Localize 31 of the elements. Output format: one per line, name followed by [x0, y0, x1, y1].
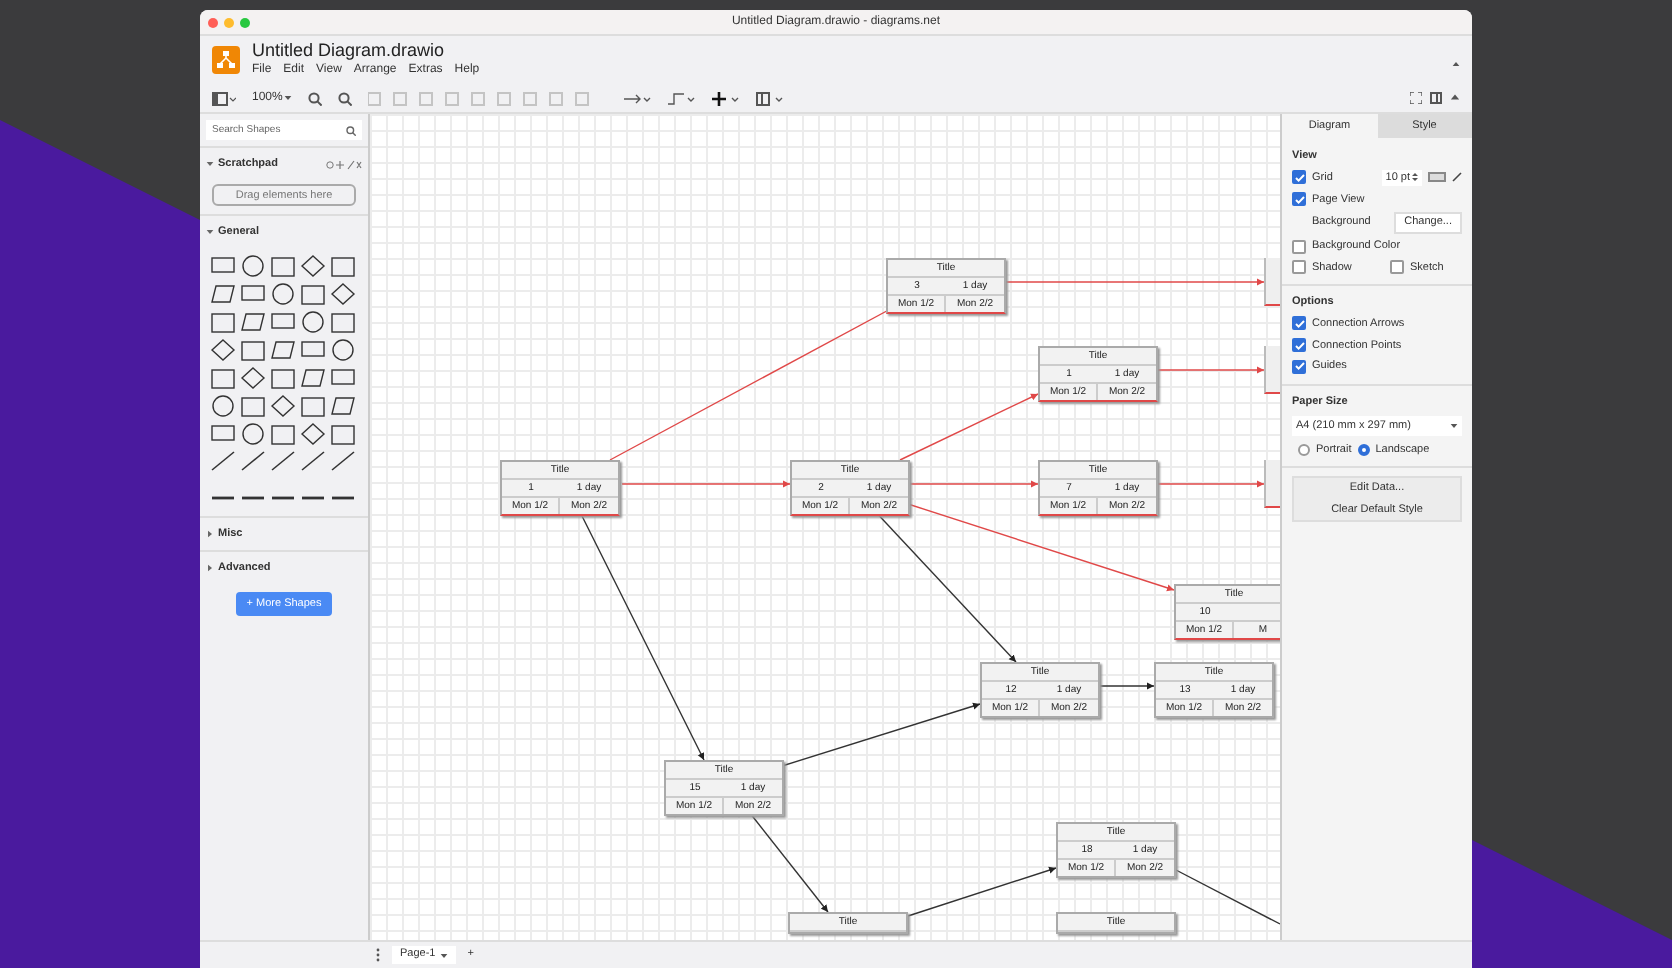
caret-icon[interactable] — [284, 94, 293, 102]
grid-color-swatch[interactable] — [1428, 172, 1446, 183]
checkbox[interactable] — [1292, 260, 1306, 275]
file-name[interactable]: Untitled Diagram.drawio — [252, 40, 480, 62]
zoom-out-icon[interactable] — [338, 91, 353, 105]
table-icon[interactable] — [756, 91, 785, 105]
waypoint-icon[interactable] — [668, 91, 697, 105]
edit-icon[interactable] — [1452, 172, 1462, 183]
connector-arrow — [907, 480, 1039, 488]
radio-button[interactable] — [1298, 444, 1310, 457]
stepper-icon[interactable] — [1412, 172, 1418, 183]
caret-icon[interactable] — [439, 951, 448, 959]
checkbox[interactable] — [1292, 239, 1306, 254]
connector-arrow — [1155, 366, 1265, 374]
zoom-in-icon[interactable] — [308, 91, 323, 105]
close-icon[interactable] — [208, 17, 218, 27]
radio-button[interactable] — [1357, 444, 1370, 457]
search-icon — [346, 125, 356, 135]
sidebar-toggle-icon[interactable] — [212, 91, 236, 105]
app-logo-icon — [212, 46, 240, 74]
scratchpad-tools-icon[interactable] — [326, 159, 362, 170]
fullscreen-icon[interactable] — [1410, 92, 1422, 104]
connector-icon[interactable] — [624, 91, 653, 105]
expand-arrow-icon[interactable] — [206, 529, 214, 538]
connector-arrow — [1155, 480, 1265, 488]
collapse-icon[interactable] — [1450, 92, 1460, 102]
checkbox[interactable] — [1390, 260, 1404, 275]
plus-icon[interactable] — [712, 91, 741, 105]
format-panel-icon[interactable] — [1430, 92, 1442, 104]
connector-arrow — [1099, 682, 1155, 690]
expand-arrow-icon[interactable] — [206, 563, 214, 572]
